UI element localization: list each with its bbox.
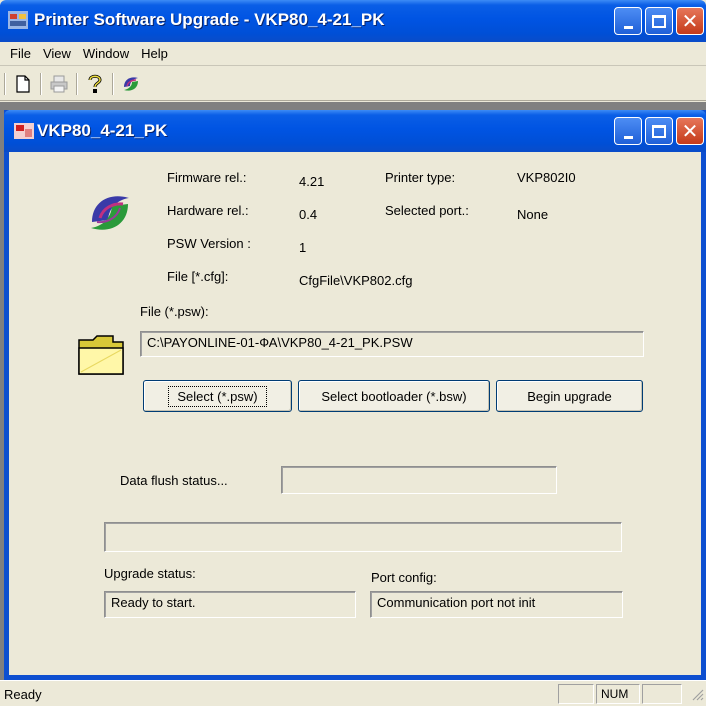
child-minimize-button[interactable] xyxy=(614,117,642,145)
status-pane-caps xyxy=(558,684,594,704)
close-icon: ✕ xyxy=(681,9,699,33)
maximize-icon xyxy=(652,124,666,138)
status-pane-num: NUM xyxy=(596,684,640,704)
begin-upgrade-button[interactable]: Begin upgrade xyxy=(496,380,643,412)
selected-port-label: Selected port.: xyxy=(385,203,469,218)
status-pane-scroll xyxy=(642,684,682,704)
upgrade-progress-bar xyxy=(104,522,622,552)
select-psw-label: Select (*.psw) xyxy=(168,385,267,407)
toolbar-separator xyxy=(76,73,78,95)
maximize-button[interactable] xyxy=(645,7,673,35)
toolbar xyxy=(0,67,706,101)
upgrade-status-label: Upgrade status: xyxy=(104,566,196,581)
help-button[interactable] xyxy=(84,73,106,95)
psw-file-path-field[interactable]: C:\PAYONLINE-01-ФА\VKP80_4-21_PK.PSW xyxy=(140,331,644,357)
folder-icon xyxy=(77,330,125,379)
select-bootloader-button[interactable]: Select bootloader (*.bsw) xyxy=(298,380,490,412)
data-flush-status-field xyxy=(281,466,557,494)
child-titlebar[interactable]: VKP80_4-21_PK ✕ xyxy=(4,110,706,152)
close-icon: ✕ xyxy=(681,119,699,143)
status-text: Ready xyxy=(4,687,42,702)
psw-version-value: 1 xyxy=(299,240,307,255)
menu-window[interactable]: Window xyxy=(77,46,135,61)
selected-port-value: None xyxy=(517,207,549,222)
psw-version-label: PSW Version : xyxy=(167,236,251,251)
new-document-button[interactable] xyxy=(12,73,34,95)
toolbar-separator xyxy=(40,73,42,95)
product-logo-icon xyxy=(87,190,133,239)
cfg-file-label: File [*.cfg]: xyxy=(167,269,229,284)
cfg-file-value: CfgFile\VKP802.cfg xyxy=(299,273,413,288)
new-document-icon xyxy=(16,75,30,93)
upgrade-status-field: Ready to start. xyxy=(104,591,356,618)
main-titlebar[interactable]: Printer Software Upgrade - VKP80_4-21_PK… xyxy=(0,0,706,42)
menu-help[interactable]: Help xyxy=(135,46,174,61)
status-bar: Ready NUM xyxy=(0,680,706,706)
firmware-value: 4.21 xyxy=(299,174,325,189)
port-config-field: Communication port not init xyxy=(370,591,623,618)
printer-app-icon xyxy=(8,11,28,29)
child-maximize-button[interactable] xyxy=(645,117,673,145)
minimize-icon xyxy=(623,25,633,29)
minimize-icon xyxy=(623,135,633,139)
toolbar-separator xyxy=(112,73,114,95)
about-button[interactable] xyxy=(120,73,142,95)
child-close-button[interactable]: ✕ xyxy=(676,117,704,145)
printer-type-value: VKP802I0 xyxy=(517,170,576,185)
firmware-label: Firmware rel.: xyxy=(167,170,247,185)
maximize-icon xyxy=(652,14,666,28)
child-window: VKP80_4-21_PK ✕ Firmware rel.: 4.21 Prin… xyxy=(4,110,706,680)
app-logo-icon xyxy=(124,77,138,91)
toolbar-grip xyxy=(4,73,6,95)
print-icon xyxy=(50,75,68,93)
port-config-label: Port config: xyxy=(371,570,437,585)
print-button[interactable] xyxy=(48,73,70,95)
select-psw-button[interactable]: Select (*.psw) xyxy=(143,380,292,412)
hardware-value: 0.4 xyxy=(299,207,318,222)
close-button[interactable]: ✕ xyxy=(676,7,704,35)
window-title: Printer Software Upgrade - VKP80_4-21_PK xyxy=(34,10,385,29)
minimize-button[interactable] xyxy=(614,7,642,35)
menu-file[interactable]: File xyxy=(4,46,37,61)
hardware-label: Hardware rel.: xyxy=(167,203,249,218)
menu-bar: File View Window Help xyxy=(0,42,706,66)
document-app-icon xyxy=(14,123,34,139)
menu-view[interactable]: View xyxy=(37,46,77,61)
resize-grip-icon[interactable] xyxy=(690,687,704,704)
data-flush-label: Data flush status... xyxy=(120,473,228,488)
app-window: Printer Software Upgrade - VKP80_4-21_PK… xyxy=(0,0,706,706)
psw-file-label: File (*.psw): xyxy=(140,304,209,319)
help-icon xyxy=(88,74,102,93)
printer-type-label: Printer type: xyxy=(385,170,456,185)
child-title: VKP80_4-21_PK xyxy=(37,121,168,140)
mdi-client-area: VKP80_4-21_PK ✕ Firmware rel.: 4.21 Prin… xyxy=(0,102,706,680)
